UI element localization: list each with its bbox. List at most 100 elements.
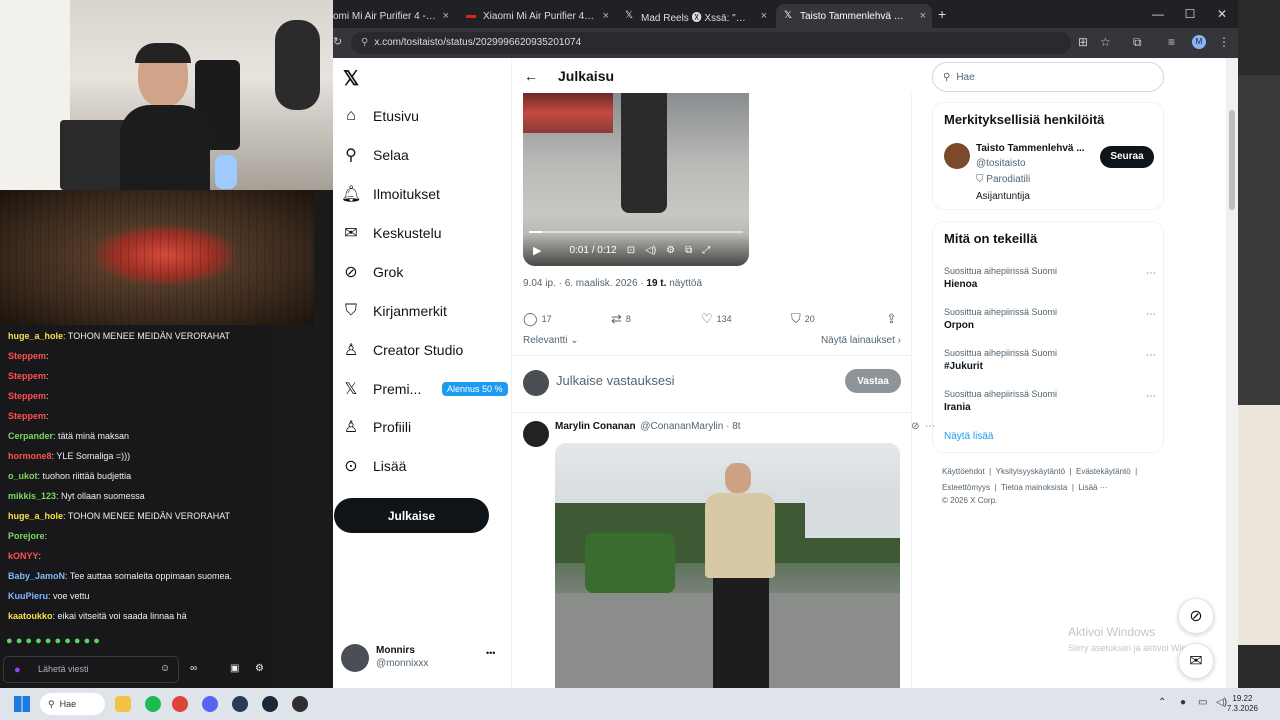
chat-username[interactable]: hormone8 bbox=[8, 451, 52, 461]
suggested-name[interactable]: Taisto Tammenlehvä ... bbox=[976, 143, 1085, 154]
show-more-link[interactable]: Näytä lisää bbox=[944, 431, 993, 442]
reply-video[interactable] bbox=[555, 443, 900, 688]
more-icon[interactable]: ⋯ bbox=[1146, 350, 1156, 361]
close-icon[interactable]: × bbox=[920, 10, 926, 22]
chat-username[interactable]: Steppem bbox=[8, 351, 46, 361]
ads-info-link[interactable]: Tietoa mainoksista bbox=[1001, 483, 1067, 492]
tweet-video[interactable]: ▶ 0:01 / 0:12 ⊡ ◁) ⚙ ⧉ ⤢ bbox=[523, 93, 749, 266]
more-icon[interactable]: ⋯ bbox=[1146, 309, 1156, 320]
extensions-icon[interactable]: ⧉ bbox=[1133, 35, 1142, 50]
tray-chevron-icon[interactable]: ⌃ bbox=[1158, 697, 1166, 708]
chat-username[interactable]: Porejore bbox=[8, 531, 45, 541]
close-icon[interactable]: × bbox=[761, 10, 767, 22]
chat-username[interactable]: KuuPieru bbox=[8, 591, 48, 601]
new-tab-button[interactable]: + bbox=[938, 6, 946, 22]
avatar[interactable] bbox=[523, 421, 549, 447]
settings-icon[interactable]: ⚙ bbox=[255, 663, 264, 674]
mic-icon[interactable]: ● bbox=[1180, 697, 1186, 708]
discord-icon[interactable] bbox=[202, 696, 218, 712]
window-close-icon[interactable]: ✕ bbox=[1206, 0, 1238, 28]
more-icon[interactable]: ••• bbox=[486, 648, 495, 658]
menu-icon[interactable]: ⋮ bbox=[1218, 35, 1230, 49]
post-button[interactable]: Julkaise bbox=[334, 498, 489, 533]
tab-active[interactable]: 𝕏 Taisto Tammenlehvä 🐎🐎 × bbox=[776, 4, 932, 28]
chat-username[interactable]: Baby_JamoN bbox=[8, 571, 65, 581]
chat-username[interactable]: Steppem bbox=[8, 411, 46, 421]
chat-username[interactable]: mikkis_123 bbox=[8, 491, 56, 501]
nav-item-9[interactable]: ⊙ Lisää bbox=[341, 453, 406, 479]
more-icon[interactable]: ⋯ bbox=[1146, 391, 1156, 402]
settings-icon[interactable]: ⚙ bbox=[666, 245, 675, 256]
minimize-icon[interactable]: — bbox=[1142, 0, 1174, 28]
share-icon[interactable]: ⇪ bbox=[886, 311, 897, 327]
view-quotes-link[interactable]: Näytä lainaukset › bbox=[821, 335, 901, 346]
trend-item[interactable]: Suosittua aihepiirissä Suomi Hienoa ⋯ bbox=[944, 266, 1156, 290]
nav-item-3[interactable]: ✉ Keskustelu bbox=[341, 220, 441, 246]
like-action[interactable]: ♡ 134 bbox=[701, 311, 791, 327]
x-logo-icon[interactable]: 𝕏 bbox=[343, 66, 359, 91]
chat-username[interactable]: kONYY bbox=[8, 551, 39, 561]
reply-action[interactable]: ◯ 17 bbox=[523, 311, 611, 327]
chat-username[interactable]: o_ukot bbox=[8, 471, 38, 481]
repost-action[interactable]: ⇄ 8 bbox=[611, 311, 701, 327]
site-info-icon[interactable]: ⚲ bbox=[361, 37, 368, 48]
bookmark-action[interactable]: ⛉ 20 bbox=[791, 311, 886, 327]
bookmark-star-icon[interactable]: ☆ bbox=[1100, 35, 1111, 49]
video-progress[interactable] bbox=[529, 231, 743, 233]
chat-username[interactable]: Steppem bbox=[8, 391, 46, 401]
mic-icon[interactable]: ● bbox=[14, 664, 21, 676]
clock[interactable]: 19.22 7.3.2026 bbox=[1227, 694, 1258, 714]
chat-username[interactable]: huge_a_hole bbox=[8, 331, 63, 341]
volume-icon[interactable]: ◁) bbox=[1216, 697, 1227, 708]
tab-2[interactable]: ▬Xiaomi Mi Air Purifier 4 | Varast× bbox=[459, 4, 615, 28]
suggested-handle[interactable]: @tositaisto bbox=[976, 158, 1026, 169]
chat-username[interactable]: huge_a_hole bbox=[8, 511, 63, 521]
reply-input[interactable]: Julkaise vastauksesi bbox=[556, 373, 675, 388]
chat-username[interactable]: Cerpander bbox=[8, 431, 53, 441]
nav-item-5[interactable]: ⛉ Kirjanmerkit bbox=[341, 298, 447, 324]
play-icon[interactable]: ▶ bbox=[533, 244, 541, 257]
nav-item-1[interactable]: ⚲ Selaa bbox=[341, 142, 409, 168]
privacy-link[interactable]: Yksityisyyskäytäntö bbox=[996, 467, 1065, 476]
search-input[interactable]: ⚲ Hae bbox=[932, 62, 1164, 92]
maximize-icon[interactable]: ☐ bbox=[1174, 0, 1206, 28]
volume-icon[interactable]: ◁) bbox=[645, 245, 656, 256]
fullscreen-icon[interactable]: ⤢ bbox=[702, 245, 710, 256]
avatar[interactable] bbox=[944, 143, 970, 169]
nav-item-8[interactable]: ♙ Profiili bbox=[341, 414, 411, 440]
install-icon[interactable]: ⊞ bbox=[1078, 35, 1088, 49]
nav-item-6[interactable]: ♙ Creator Studio bbox=[341, 337, 463, 363]
network-icon[interactable]: ▭ bbox=[1198, 697, 1207, 708]
captions-icon[interactable]: ⊡ bbox=[627, 245, 635, 256]
taskbar-search[interactable]: ⚲ Hae bbox=[40, 693, 105, 715]
grok-fab[interactable]: ⊘ bbox=[1178, 598, 1214, 634]
chrome-icon[interactable] bbox=[172, 696, 188, 712]
pip-icon[interactable]: ⧉ bbox=[685, 245, 692, 256]
nav-item-7[interactable]: 𝕏 Premi... bbox=[341, 376, 422, 402]
follow-button[interactable]: Seuraa bbox=[1100, 146, 1154, 168]
accessibility-link[interactable]: Esteettömyys bbox=[942, 483, 990, 492]
chat-username[interactable]: Steppem bbox=[8, 371, 46, 381]
chat-username[interactable]: kaatoukko bbox=[8, 611, 53, 621]
trend-item[interactable]: Suosittua aihepiirissä Suomi #Jukurit ⋯ bbox=[944, 348, 1156, 372]
sort-dropdown[interactable]: Relevantti ⌄ bbox=[523, 335, 579, 346]
app-icon[interactable] bbox=[232, 696, 248, 712]
emote-icon[interactable]: ☺ bbox=[160, 663, 170, 674]
trend-item[interactable]: Suosittua aihepiirissä Suomi Orpon ⋯ bbox=[944, 307, 1156, 331]
scrollbar-thumb[interactable] bbox=[1229, 110, 1235, 210]
messages-fab[interactable]: ✉ bbox=[1178, 643, 1214, 679]
reply-author-handle[interactable]: @ConananMarylin bbox=[640, 421, 723, 432]
cookie-link[interactable]: Evästekäytäntö bbox=[1076, 467, 1131, 476]
store-icon[interactable]: ▣ bbox=[230, 663, 239, 674]
steam-icon[interactable] bbox=[262, 696, 278, 712]
more-icon[interactable]: ⋯ bbox=[1146, 268, 1156, 279]
nav-item-0[interactable]: ⌂ Etusivu bbox=[341, 103, 419, 129]
file-explorer-icon[interactable] bbox=[115, 696, 131, 712]
more-link[interactable]: Lisää ··· bbox=[1078, 483, 1107, 492]
nav-item-2[interactable]: 🔔︎ Ilmoitukset bbox=[341, 181, 440, 207]
back-arrow-icon[interactable]: ← bbox=[524, 68, 538, 84]
url-field[interactable]: ⚲ x.com/tositaisto/status/202999662093520… bbox=[351, 32, 1071, 54]
profile-avatar[interactable]: M bbox=[1192, 35, 1206, 49]
tab-1[interactable]: omi Mi Air Purifier 4 - Googl× bbox=[327, 4, 455, 28]
reply-button[interactable]: Vastaa bbox=[845, 369, 901, 393]
